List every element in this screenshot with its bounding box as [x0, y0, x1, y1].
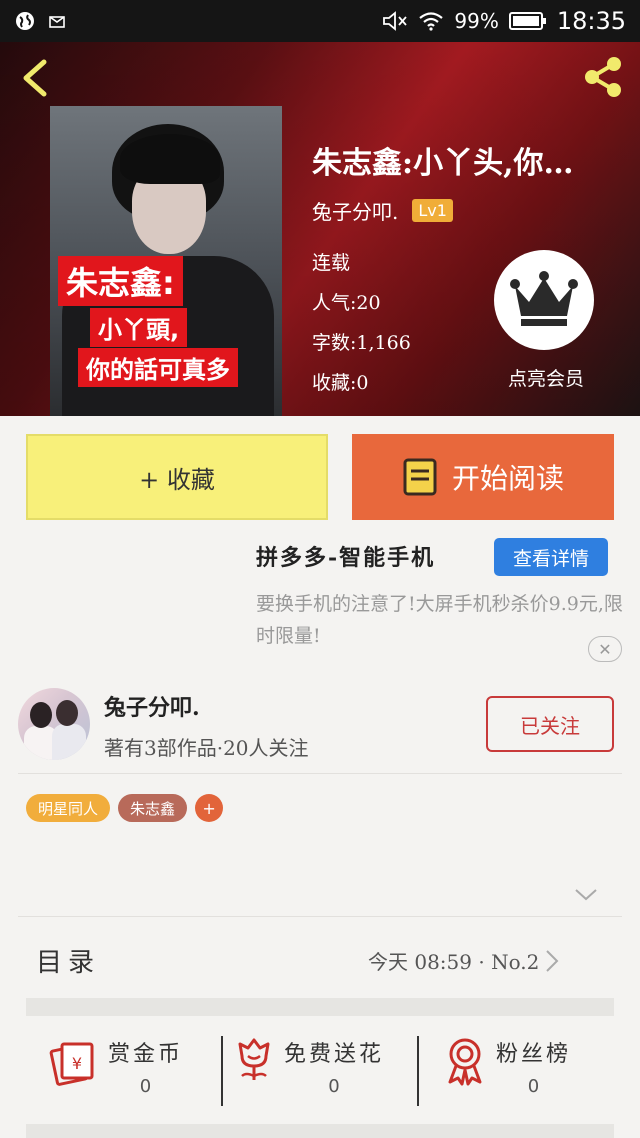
message-icon	[49, 16, 65, 28]
tag-chip[interactable]: 朱志鑫	[118, 794, 188, 822]
book-word-count: 字数:1,166	[312, 332, 411, 354]
cover-title-line-2: 小丫頭,	[90, 308, 188, 347]
mute-icon	[383, 11, 408, 31]
book-header: 朱志鑫: 小丫頭, 你的話可真多 朱志鑫:小丫头,你… 兔子分叩. Lv1 连载…	[0, 42, 640, 416]
cover-title-line-3: 你的話可真多	[78, 348, 238, 387]
share-button[interactable]	[580, 54, 626, 100]
clock: 18:35	[556, 7, 626, 35]
crown-icon	[510, 271, 578, 326]
book-cover[interactable]: 朱志鑫: 小丫頭, 你的話可真多	[50, 106, 282, 416]
add-tag-button[interactable]: +	[195, 794, 224, 822]
flower-icon	[238, 1038, 270, 1080]
red-envelope-icon: ¥	[49, 1042, 94, 1086]
stat-value: 0	[527, 1076, 540, 1097]
vip-label: 点亮会员	[507, 368, 584, 390]
add-favorite-label: + 收藏	[139, 465, 215, 494]
fans-ranking-button[interactable]: 粉丝榜 0	[444, 1036, 571, 1106]
stat-value: 0	[328, 1076, 340, 1097]
status-bar: 99% 18:35	[0, 0, 640, 42]
cover-title-line-1: 朱志鑫:	[58, 256, 183, 306]
share-icon	[585, 57, 621, 97]
start-reading-button[interactable]: 开始阅读	[352, 434, 614, 520]
author-name[interactable]: 兔子分叩.	[104, 690, 200, 722]
stat-label: 免费送花	[284, 1042, 385, 1067]
book-author-row: 兔子分叩. Lv1	[312, 196, 453, 225]
add-favorite-button[interactable]: + 收藏	[26, 434, 328, 520]
reward-coins-button[interactable]: ¥ 赏金币 0	[48, 1036, 183, 1106]
free-flower-button[interactable]: 免费送花 0	[234, 1036, 384, 1106]
battery-percent: 99%	[454, 9, 499, 33]
book-favorites: 收藏:0	[312, 372, 369, 394]
divider	[18, 916, 622, 917]
stat-label: 赏金币	[108, 1042, 184, 1067]
stat-label: 粉丝榜	[496, 1042, 572, 1067]
tag-list: 明星同人 朱志鑫 +	[26, 794, 224, 822]
author-stats: 著有3部作品·20人关注	[104, 736, 309, 760]
back-button[interactable]	[16, 56, 56, 100]
stat-value: 0	[139, 1076, 152, 1097]
globe-icon	[16, 12, 34, 30]
toc-label[interactable]: 目录	[36, 942, 100, 979]
chevron-left-icon	[23, 59, 47, 97]
start-reading-label: 开始阅读	[451, 462, 564, 495]
book-author[interactable]: 兔子分叩.	[312, 196, 398, 225]
toc-latest-text: 今天 08:59 · No.2	[368, 950, 540, 974]
wifi-icon	[419, 12, 444, 31]
author-level-badge: Lv1	[412, 199, 453, 222]
battery-icon	[508, 12, 546, 30]
svg-text:¥: ¥	[72, 1054, 82, 1073]
vip-button[interactable]	[494, 250, 594, 350]
stat-separator	[221, 1036, 223, 1106]
medal-icon	[448, 1038, 482, 1086]
stat-separator	[417, 1036, 419, 1106]
ad-title[interactable]: 拼多多-智能手机	[256, 540, 435, 572]
book-status: 连载	[312, 252, 351, 274]
chevron-right-icon	[546, 949, 559, 972]
chevron-down-icon[interactable]	[574, 888, 598, 902]
ad-detail-button[interactable]: 查看详情	[494, 538, 608, 576]
tag-chip[interactable]: 明星同人	[26, 794, 111, 822]
toc-latest[interactable]: 今天 08:59 · No.2	[368, 946, 559, 975]
book-icon	[403, 458, 437, 496]
author-avatar[interactable]	[18, 688, 90, 760]
section-spacer	[26, 998, 614, 1016]
ad-close-button[interactable]: ✕	[588, 636, 622, 662]
follow-button[interactable]: 已关注	[486, 696, 614, 752]
ad-description[interactable]: 要换手机的注意了!大屏手机秒杀价9.9元,限时限量!	[256, 588, 626, 652]
book-title: 朱志鑫:小丫头,你…	[312, 146, 574, 181]
book-popularity: 人气:20	[312, 292, 381, 314]
divider	[18, 773, 622, 774]
section-spacer	[26, 1124, 614, 1138]
